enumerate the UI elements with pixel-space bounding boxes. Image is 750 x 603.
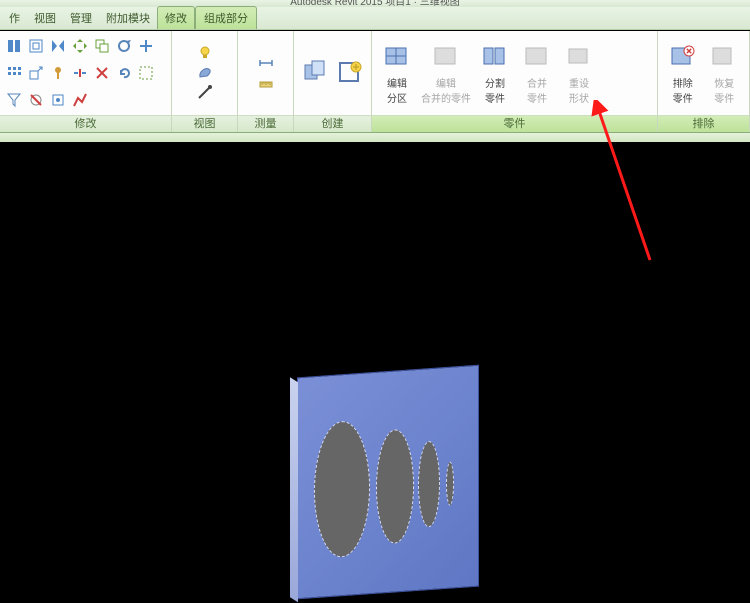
scale-icon[interactable] <box>28 65 44 81</box>
mirror-icon[interactable] <box>50 38 66 54</box>
model-slab[interactable] <box>298 366 478 599</box>
match-icon[interactable] <box>50 92 66 108</box>
hole-2[interactable] <box>376 428 414 545</box>
exclude-parts-button[interactable]: 排除 零件 <box>662 40 704 106</box>
tab-context-parts[interactable]: 组成部分 <box>195 6 257 29</box>
panel-title-parts: 零件 <box>372 115 657 132</box>
linework-icon[interactable] <box>197 85 213 101</box>
panel-title-modify: 修改 <box>0 115 171 132</box>
paint-icon[interactable] <box>197 65 213 81</box>
trim-icon[interactable] <box>138 38 154 54</box>
group-icon[interactable] <box>138 65 154 81</box>
edit-division-button[interactable]: 编辑 分区 <box>376 40 418 106</box>
copy-icon[interactable] <box>94 38 110 54</box>
ribbon: 修改 视图 测量 创建 编辑 分区 <box>0 31 750 133</box>
offset-icon[interactable] <box>28 38 44 54</box>
panel-title-exclude: 排除 <box>658 115 749 132</box>
delete-icon[interactable] <box>94 65 110 81</box>
rotate-icon[interactable] <box>116 38 132 54</box>
split-parts-button[interactable]: 分割 零件 <box>474 40 516 106</box>
restore-parts-icon <box>710 43 738 71</box>
tab-modify[interactable]: 修改 <box>157 6 195 29</box>
create-group-icon[interactable] <box>302 59 330 87</box>
merge-parts-button: 合并 零件 <box>516 40 558 106</box>
exclude-parts-icon <box>669 43 697 71</box>
dimension-icon[interactable] <box>258 55 274 71</box>
array-icon[interactable] <box>6 65 22 81</box>
restore-parts-button: 恢复 零件 <box>704 40 746 106</box>
edit-division-icon <box>383 43 411 71</box>
hole-3[interactable] <box>418 440 440 528</box>
move-icon[interactable] <box>72 38 88 54</box>
viewport-3d[interactable] <box>0 142 750 509</box>
panel-exclude: 排除 零件 恢复 零件 排除 <box>658 31 750 132</box>
hole-4[interactable] <box>446 461 454 506</box>
lightbulb-icon[interactable] <box>197 45 213 61</box>
split-icon[interactable] <box>72 65 88 81</box>
ribbon-tab-strip: 作 视图 管理 附加模块 修改 组成部分 <box>0 7 750 30</box>
align-icon[interactable] <box>6 38 22 54</box>
panel-title-create: 创建 <box>294 115 371 132</box>
panel-modify: 修改 <box>0 31 172 132</box>
hide-icon[interactable] <box>28 92 44 108</box>
create-similar-icon[interactable] <box>336 59 364 87</box>
edit-merged-icon <box>432 43 460 71</box>
panel-measure: 测量 <box>238 31 294 132</box>
panel-create: 创建 <box>294 31 372 132</box>
edit-merged-button: 编辑 合并的零件 <box>418 40 474 106</box>
reset-shape-icon <box>565 43 593 71</box>
panel-view: 视图 <box>172 31 238 132</box>
hole-1[interactable] <box>314 419 370 559</box>
tab-manage[interactable]: 管理 <box>63 7 99 29</box>
undo-icon[interactable] <box>116 65 132 81</box>
split-parts-icon <box>481 43 509 71</box>
reset-shape-button: 重设 形状 <box>558 40 600 106</box>
panel-parts: 编辑 分区 编辑 合并的零件 分割 零件 合并 零件 重设 形状 <box>372 31 658 132</box>
measure-icon[interactable] <box>258 76 274 92</box>
panel-title-measure: 测量 <box>238 115 293 132</box>
pin-icon[interactable] <box>50 65 66 81</box>
tab-addins[interactable]: 附加模块 <box>99 7 157 29</box>
merge-parts-icon <box>523 43 551 71</box>
demolish-icon[interactable] <box>72 92 88 108</box>
tab-ops[interactable]: 作 <box>2 7 27 29</box>
tab-view[interactable]: 视图 <box>27 7 63 29</box>
filter-icon[interactable] <box>6 92 22 108</box>
panel-title-view: 视图 <box>172 115 237 132</box>
